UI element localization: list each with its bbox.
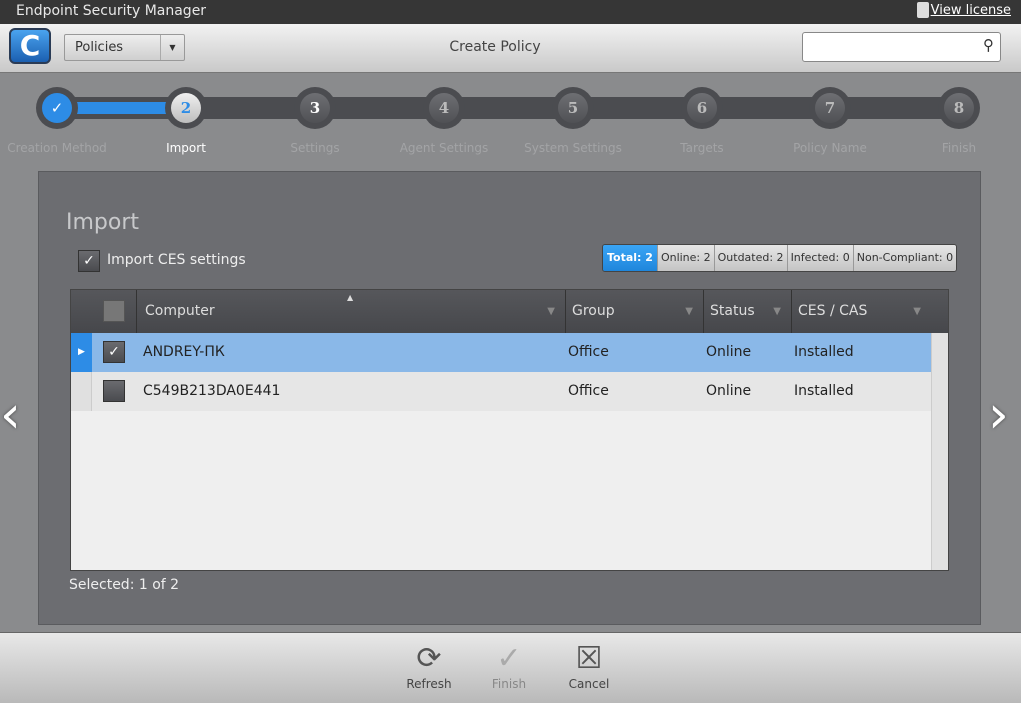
wizard-step-label: System Settings	[524, 141, 622, 155]
next-step-arrow-icon[interactable]: ›	[988, 385, 1009, 445]
step-number: 7	[815, 93, 845, 123]
wizard-step-1[interactable]: ✓	[36, 87, 78, 129]
stat-non-compliant[interactable]: Non-Compliant: 0	[852, 245, 957, 271]
wizard-step-label: Agent Settings	[399, 141, 489, 155]
wizard-step-6[interactable]: 6	[681, 87, 723, 129]
search-input[interactable]: ⚲	[802, 32, 1001, 62]
cell-status: Online	[706, 383, 752, 399]
step-number: 4	[429, 93, 459, 123]
row-checkbox[interactable]: ✓	[103, 341, 125, 363]
stat-outdated[interactable]: Outdated: 2	[713, 245, 787, 271]
app-title: Endpoint Security Manager	[16, 3, 207, 19]
step-number: 5	[558, 93, 588, 123]
wizard-step-8[interactable]: 8	[938, 87, 980, 129]
column-header-computer[interactable]: Computer ▲ ▼	[136, 290, 565, 333]
wizard-step-label: Finish	[941, 141, 977, 155]
check-icon: ✓	[42, 93, 72, 123]
cell-ces-cas: Installed	[794, 383, 854, 399]
license-icon	[917, 2, 929, 18]
step-number: 3	[300, 93, 330, 123]
panel-heading: Import	[66, 210, 140, 235]
action-bar: ⟳ Refresh ✓ Finish ☒ Cancel	[0, 632, 1021, 703]
wizard-step-label: Settings	[290, 141, 340, 155]
cancel-button[interactable]: ☒ Cancel	[554, 641, 624, 691]
wizard-step-4[interactable]: 4	[423, 87, 465, 129]
row-checkbox[interactable]	[103, 380, 125, 402]
title-bar: Endpoint Security Manager View license	[0, 0, 1021, 24]
wizard-step-7[interactable]: 7	[809, 87, 851, 129]
current-row-indicator-icon: ▶	[71, 333, 92, 372]
column-header-group[interactable]: Group ▼	[565, 290, 703, 333]
import-ces-checkbox[interactable]: ✓	[78, 250, 100, 272]
computers-table: Computer ▲ ▼ Group ▼ Status ▼ CES / CAS …	[70, 289, 949, 571]
stats-filter-bar: Total: 2 Online: 2 Outdated: 2 Infected:…	[602, 244, 958, 272]
refresh-button[interactable]: ⟳ Refresh	[394, 641, 464, 691]
table-row[interactable]: C549B213DA0E441 Office Online Installed	[71, 372, 931, 411]
table-header: Computer ▲ ▼ Group ▼ Status ▼ CES / CAS …	[71, 290, 948, 333]
cell-computer: ANDREY-ПК	[143, 344, 225, 360]
previous-step-arrow-icon[interactable]: ‹	[0, 385, 21, 445]
selection-count: Selected: 1 of 2	[69, 577, 180, 593]
finish-button[interactable]: ✓ Finish	[474, 641, 544, 691]
view-license-link[interactable]: View license	[931, 3, 1011, 18]
column-header-ces-cas[interactable]: CES / CAS ▼	[791, 290, 931, 333]
stat-total[interactable]: Total: 2	[603, 245, 657, 271]
cell-status: Online	[706, 344, 752, 360]
check-circle-icon: ✓	[496, 641, 522, 676]
cell-ces-cas: Installed	[794, 344, 854, 360]
filter-icon[interactable]: ▼	[547, 290, 555, 333]
stat-infected[interactable]: Infected: 0	[786, 245, 853, 271]
step-number: 6	[687, 93, 717, 123]
select-all-checkbox[interactable]	[103, 300, 125, 322]
table-row[interactable]: ▶ ✓ ANDREY-ПК Office Online Installed	[71, 333, 931, 372]
cell-group: Office	[568, 383, 609, 399]
cell-group: Office	[568, 344, 609, 360]
cell-computer: C549B213DA0E441	[143, 383, 281, 399]
wizard-step-label: Policy Name	[793, 141, 867, 155]
search-icon[interactable]: ⚲	[983, 36, 994, 54]
filter-icon[interactable]: ▼	[773, 290, 781, 333]
import-ces-label: Import CES settings	[107, 252, 246, 268]
step-number: 2	[171, 93, 201, 123]
filter-icon[interactable]: ▼	[685, 290, 693, 333]
column-header-status[interactable]: Status ▼	[703, 290, 791, 333]
wizard-step-5[interactable]: 5	[552, 87, 594, 129]
step-number: 8	[944, 93, 974, 123]
wizard-step-2[interactable]: 2	[165, 87, 207, 129]
wizard-step-3[interactable]: 3	[294, 87, 336, 129]
wizard-step-label: Import	[166, 141, 206, 155]
filter-icon[interactable]: ▼	[913, 290, 921, 333]
refresh-icon: ⟳	[416, 641, 442, 676]
close-box-icon: ☒	[575, 641, 603, 676]
stat-online[interactable]: Online: 2	[656, 245, 714, 271]
row-indicator	[71, 372, 92, 411]
toolbar: C Policies ▼ Create Policy ⚲	[0, 24, 1021, 73]
sort-asc-icon: ▲	[347, 293, 354, 302]
vertical-scrollbar[interactable]	[931, 333, 948, 570]
